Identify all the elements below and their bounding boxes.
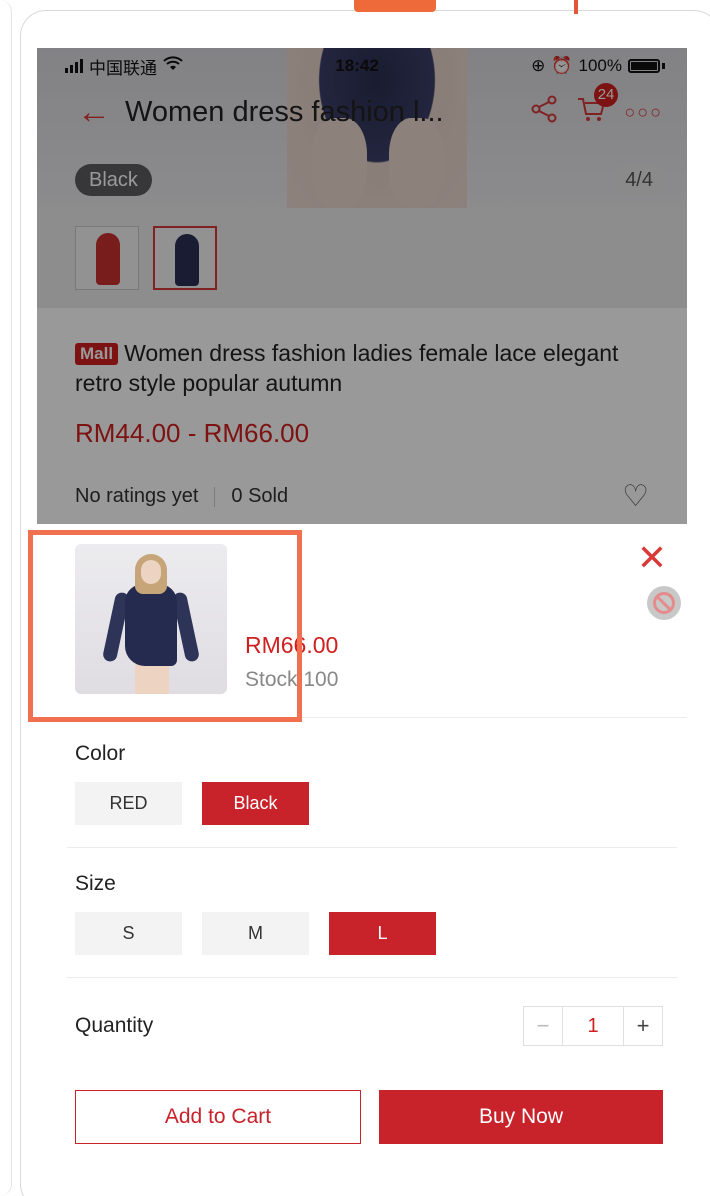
close-icon[interactable]: ✕ [637, 540, 667, 576]
buy-now-button[interactable]: Buy Now [379, 1090, 663, 1144]
dim-overlay[interactable] [37, 48, 687, 524]
size-chips: S M L [75, 912, 649, 955]
sheet-price: RM66.00 [245, 632, 339, 658]
action-row: Add to Cart Buy Now [37, 1046, 687, 1144]
size-option-s[interactable]: S [75, 912, 182, 955]
figure-face [141, 560, 161, 584]
figure-dress [125, 584, 177, 666]
color-label: Color [75, 742, 126, 765]
size-group: Size S M L [67, 848, 677, 978]
size-option-m[interactable]: M [202, 912, 309, 955]
figure-legs [135, 662, 169, 694]
color-option-red[interactable]: RED [75, 782, 182, 825]
size-label: Size [75, 872, 116, 895]
sheet-header: RM66.00 Stock 100 ✕ [37, 524, 687, 718]
add-to-cart-button[interactable]: Add to Cart [75, 1090, 361, 1144]
quantity-label: Quantity [75, 1014, 154, 1037]
color-option-black[interactable]: Black [202, 782, 309, 825]
quantity-row: Quantity − 1 + [37, 978, 687, 1046]
color-chips: RED Black [75, 782, 649, 825]
sheet-stock: Stock 100 [245, 668, 339, 691]
left-edge-panel [0, 0, 12, 1196]
variant-sheet: RM66.00 Stock 100 ✕ Color RED Black Size… [37, 524, 687, 1196]
color-group: Color RED Black [67, 718, 677, 848]
size-option-l[interactable]: L [329, 912, 436, 955]
decrement-button[interactable]: − [524, 1007, 562, 1045]
quantity-value[interactable]: 1 [562, 1007, 624, 1045]
no-entry-icon [647, 586, 681, 620]
phone-screen: 中国联通 18:42 ⊕ ⏰ 100% ← Women dress fashio… [37, 48, 687, 1196]
increment-button[interactable]: + [624, 1007, 662, 1045]
quantity-stepper: − 1 + [523, 1006, 663, 1046]
selected-variant-image [75, 544, 227, 694]
top-tab-marker [354, 0, 436, 12]
top-tab-line [574, 0, 578, 14]
